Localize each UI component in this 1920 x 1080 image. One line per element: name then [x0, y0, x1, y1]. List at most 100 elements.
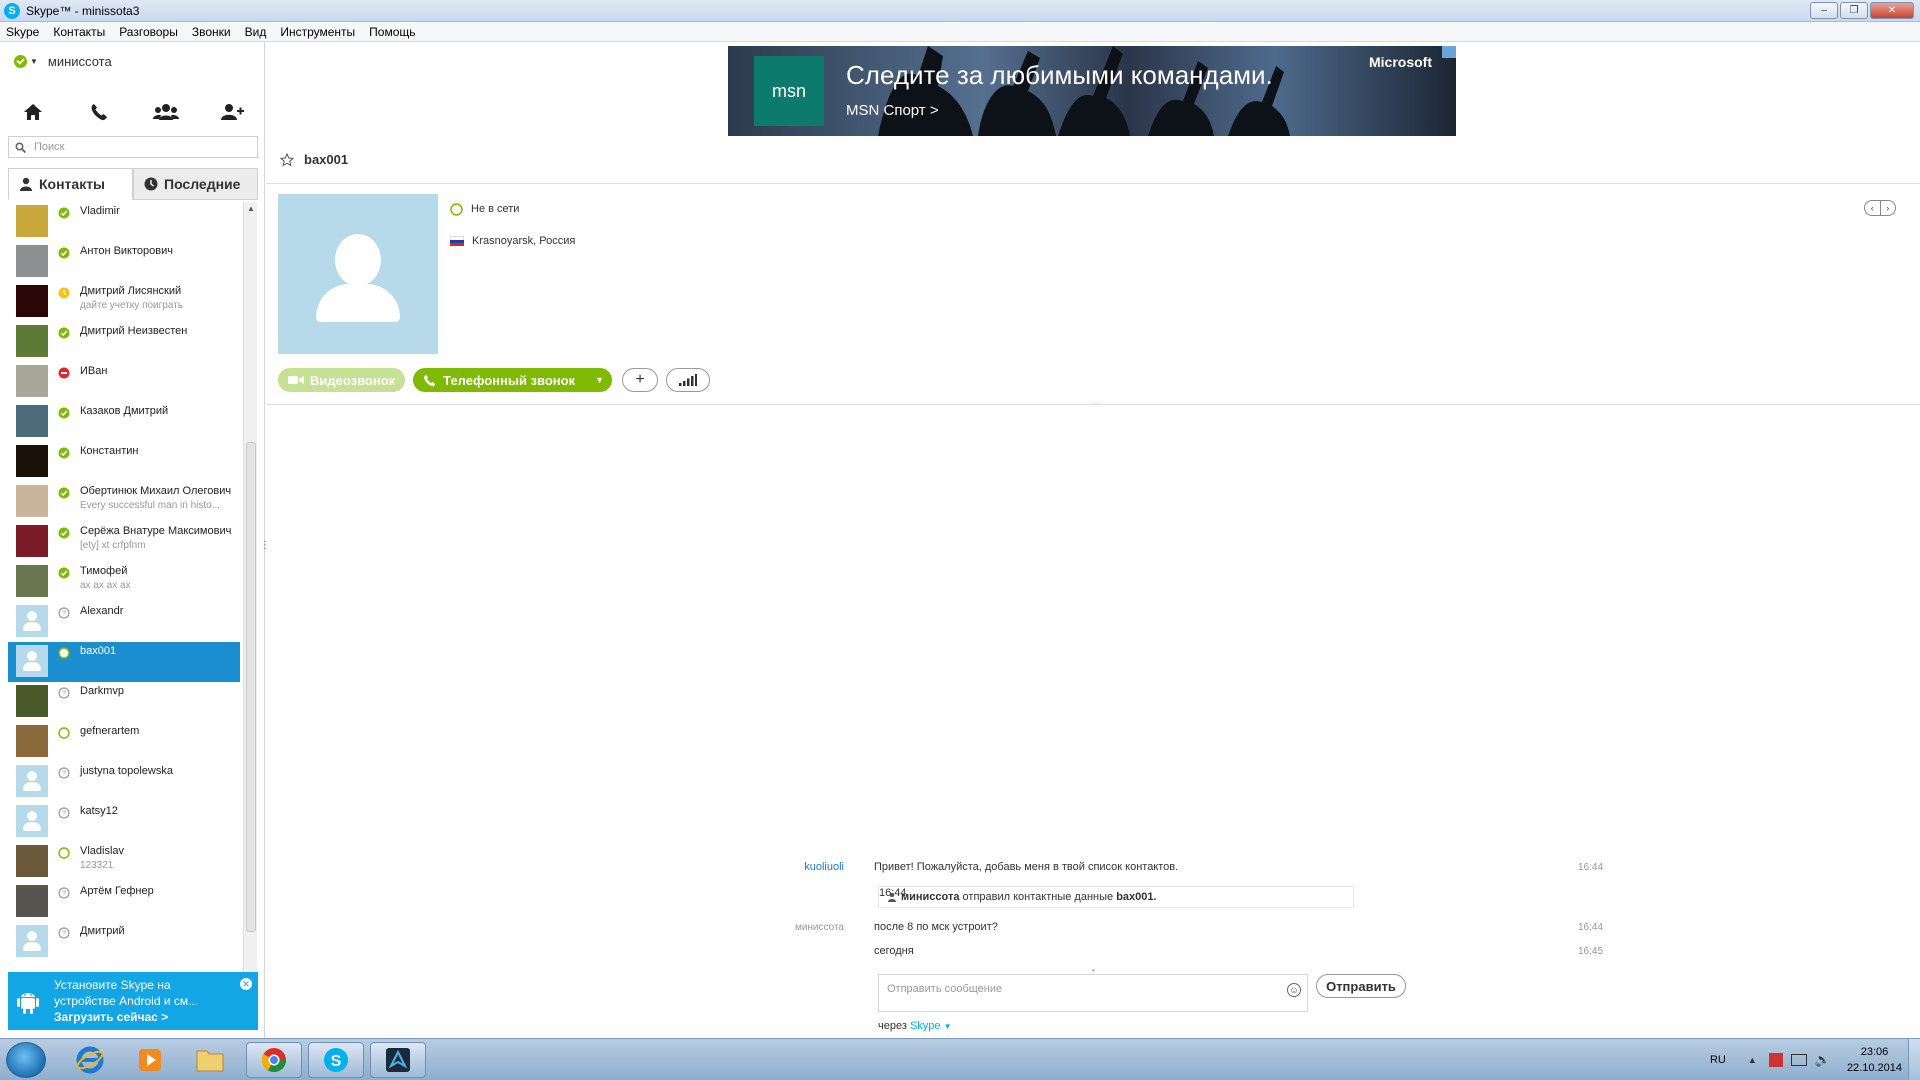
contact-status-text: Не в сети [471, 203, 520, 215]
clock-time: 23:06 [1860, 1046, 1889, 1058]
contact-item[interactable]: Казаков Дмитрий [8, 402, 240, 442]
advertisement-banner[interactable]: msn Следите за любимыми командами. MSN С… [728, 46, 1456, 136]
offline-status-icon [58, 647, 70, 659]
message-sender[interactable]: миниссота [714, 922, 844, 933]
phone-call-button[interactable]: Телефонный звонок ▼ [413, 368, 612, 392]
action-center-icon[interactable] [1768, 1053, 1783, 1067]
message-sender[interactable]: kuoliuoli [714, 861, 844, 873]
contact-item[interactable]: ? justyna topolewska [8, 762, 240, 802]
contact-name: Казаков Дмитрий [80, 405, 169, 417]
contact-item[interactable]: ? Артём Гефнер [8, 882, 240, 922]
avatar [16, 485, 48, 517]
contact-item[interactable]: ИВан [8, 362, 240, 402]
tab-contacts[interactable]: Контакты [8, 168, 133, 200]
emoticon-icon[interactable]: ☺ [1287, 983, 1301, 997]
menu-skype[interactable]: Skype [6, 25, 39, 39]
contact-name: Серёжа Внатуре Максимович [80, 525, 232, 537]
contact-item[interactable]: Дмитрий Лисянский дайте учетку поиграть [8, 282, 240, 322]
online-status-icon [58, 527, 70, 539]
star-icon[interactable] [280, 152, 294, 167]
send-button[interactable]: Отправить [1316, 974, 1406, 998]
android-promo-banner[interactable]: Установите Skype на устройстве Android и… [8, 972, 258, 1030]
ad-options-icon[interactable] [1442, 46, 1456, 58]
phone-icon[interactable] [84, 100, 114, 124]
message-input[interactable]: Отправить сообщение ☺ [878, 974, 1308, 1012]
minimize-button[interactable]: – [1810, 2, 1838, 19]
ad-subline[interactable]: MSN Спорт > [846, 102, 939, 119]
avatar [16, 685, 48, 717]
window-title: Skype™ - minissota3 [26, 3, 140, 18]
language-indicator[interactable]: RU [1710, 1054, 1726, 1066]
tab-recent[interactable]: Последние [133, 168, 258, 200]
volume-icon[interactable]: 🔈 [1815, 1052, 1831, 1068]
menu-tools[interactable]: Инструменты [280, 25, 355, 39]
contact-item[interactable]: Серёжа Внатуре Максимович [ety] xt crfpfn… [8, 522, 240, 562]
phone-icon [424, 374, 436, 386]
message-text: Привет! Пожалуйста, добавь меня в твой с… [874, 861, 1179, 873]
call-quality-button[interactable] [666, 368, 710, 392]
add-button[interactable]: + [622, 368, 658, 392]
profile-nav-arrows[interactable]: ‹ › [1864, 200, 1896, 216]
close-icon[interactable]: ✕ [240, 978, 252, 990]
contact-item[interactable]: Дмитрий Неизвестен [8, 322, 240, 362]
contact-item[interactable]: Vladislav 123321 [8, 842, 240, 882]
contact-list-scrollbar[interactable]: ▲ ▼ [243, 202, 257, 1002]
skype-taskbar-icon[interactable]: S [308, 1042, 364, 1078]
scroll-up-icon[interactable]: ▲ [247, 204, 255, 213]
search-input[interactable]: Поиск [8, 136, 258, 158]
via-service[interactable]: Skype [910, 1020, 941, 1032]
contact-location: Krasnoyarsk, Россия [472, 235, 576, 247]
contact-item[interactable]: Vladimir [8, 202, 240, 242]
show-desktop-button[interactable] [1908, 1039, 1920, 1080]
contact-item[interactable]: Тимофей ах ах ах ах [8, 562, 240, 602]
network-icon[interactable] [1790, 1054, 1807, 1066]
contact-item[interactable]: ? katsy12 [8, 802, 240, 842]
chat-message: kuoliuoli Привет! Пожалуйста, добавь мен… [714, 860, 1614, 874]
home-icon[interactable] [18, 100, 48, 124]
promo-download-link[interactable]: Загрузить сейчас > [54, 1009, 198, 1025]
contact-item[interactable]: Антон Викторович [8, 242, 240, 282]
menu-calls[interactable]: Звонки [192, 25, 231, 39]
internet-explorer-icon[interactable] [62, 1042, 118, 1078]
pending-status-icon: ? [58, 887, 70, 899]
start-button[interactable] [6, 1042, 46, 1078]
contact-item[interactable]: bax001 [8, 642, 240, 682]
chrome-icon[interactable] [246, 1042, 302, 1078]
ad-headline: Следите за любимыми командами. [846, 60, 1273, 90]
chevron-left-icon[interactable]: ‹ [1865, 201, 1881, 215]
chevron-down-icon[interactable]: ▼ [944, 1022, 952, 1031]
group-icon[interactable] [151, 100, 181, 124]
contact-item[interactable]: ? Дмитрий [8, 922, 240, 962]
contact-item[interactable]: Обертинюк Михаил Олегович Every successfu… [8, 482, 240, 522]
contact-item[interactable]: ? Alexandr [8, 602, 240, 642]
svg-text:?: ? [62, 611, 66, 618]
menu-conversations[interactable]: Разговоры [119, 25, 178, 39]
contact-item[interactable]: Константин [8, 442, 240, 482]
media-player-icon[interactable] [122, 1042, 178, 1078]
online-status-icon [58, 567, 70, 579]
add-contact-icon[interactable] [217, 100, 247, 124]
chat-message: миниссота после 8 по мск устроит? 16:44 [714, 920, 1614, 934]
system-clock[interactable]: 23:06 22.10.2014 [1847, 1044, 1902, 1076]
video-call-button[interactable]: Видеозвонок [278, 368, 406, 392]
contact-name: Антон Викторович [80, 245, 173, 257]
chevron-down-icon[interactable]: ▼ [587, 375, 604, 385]
contact-item[interactable]: gefnerartem [8, 722, 240, 762]
menu-help[interactable]: Помощь [369, 25, 415, 39]
menu-contacts[interactable]: Контакты [53, 25, 105, 39]
scrollbar-thumb[interactable] [246, 442, 256, 932]
resize-handle[interactable]: … [1090, 394, 1102, 408]
avatar [16, 565, 48, 597]
user-status-selector[interactable]: ▼ миниссота [14, 54, 112, 69]
restore-button[interactable]: ❐ [1840, 2, 1868, 19]
file-explorer-icon[interactable] [182, 1042, 238, 1078]
close-button[interactable]: ✕ [1870, 2, 1914, 19]
tray-expand-icon[interactable]: ▲ [1748, 1055, 1757, 1065]
app-taskbar-icon[interactable] [370, 1042, 426, 1078]
menu-view[interactable]: Вид [245, 25, 267, 39]
avatar [16, 765, 48, 797]
chevron-right-icon[interactable]: › [1881, 201, 1896, 215]
conversation-panel: msn Следите за любимыми командами. MSN С… [266, 42, 1920, 1038]
contact-item[interactable]: ? Darkmvp [8, 682, 240, 722]
via-service-selector[interactable]: через Skype ▼ [878, 1020, 952, 1032]
